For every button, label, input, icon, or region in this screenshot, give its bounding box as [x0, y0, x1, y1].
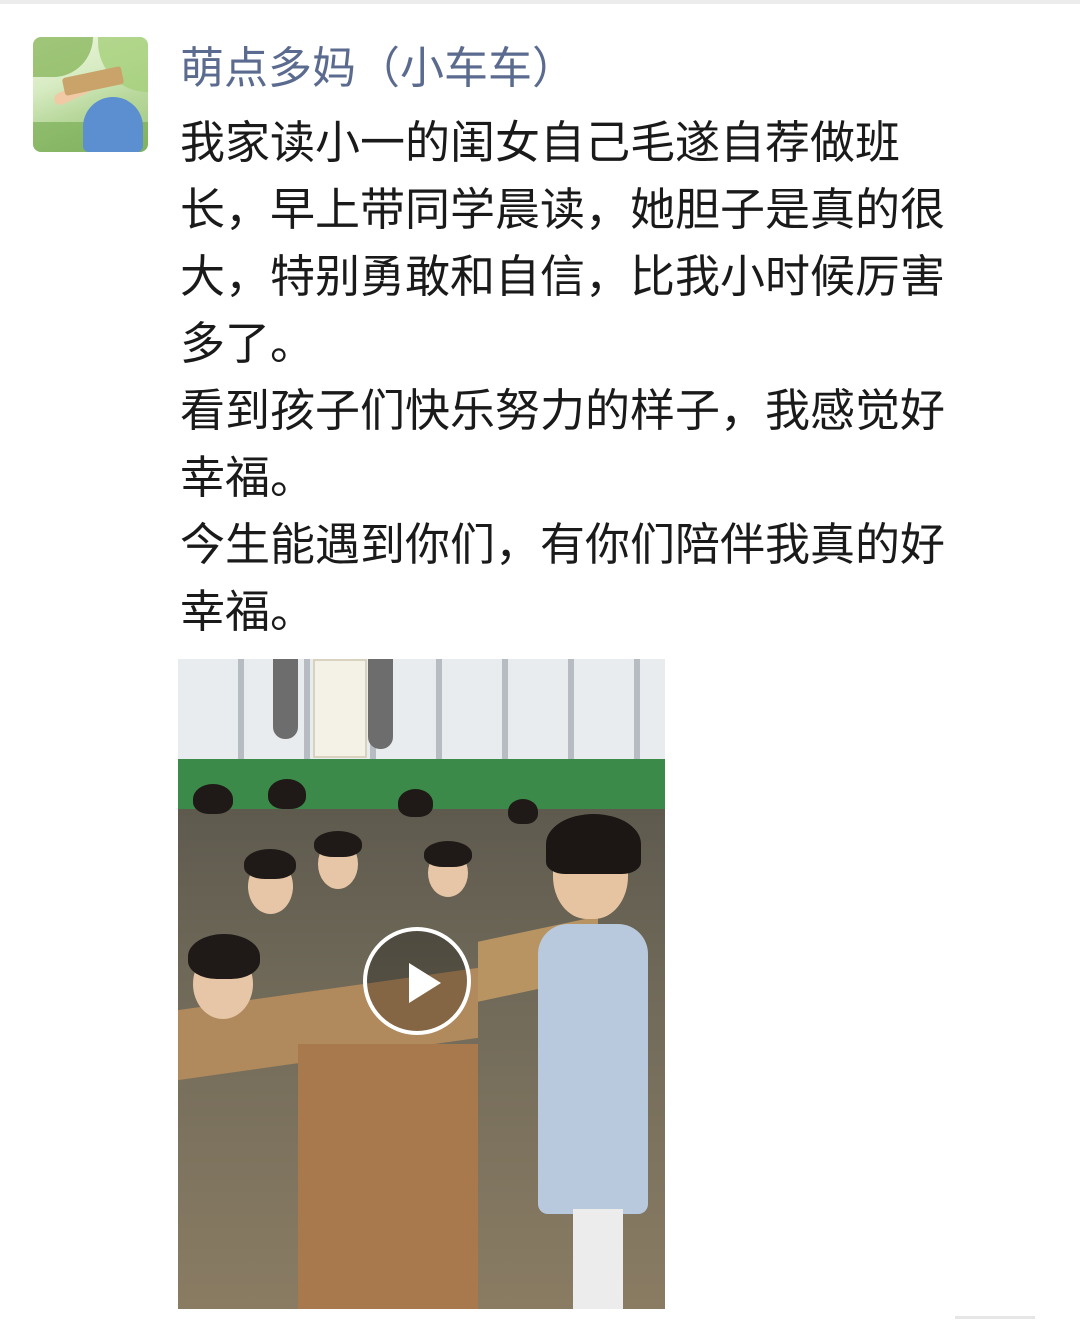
- avatar-foliage: [33, 37, 93, 77]
- text-line: 大，特别勇敢和自信，比我小时候厉害: [180, 250, 946, 303]
- text-line: 我家读小一的闺女自己毛遂自荐做班: [180, 116, 901, 169]
- video-thumbnail[interactable]: [178, 659, 665, 1309]
- play-icon[interactable]: [363, 927, 471, 1035]
- desk: [298, 1044, 478, 1309]
- student-hair: [188, 934, 260, 979]
- text-line: 幸福。: [180, 585, 316, 638]
- avatar[interactable]: [33, 37, 148, 152]
- divider: [955, 1316, 1035, 1319]
- girl-hair: [546, 814, 641, 874]
- moments-post: 萌点多妈（小车车） 我家读小一的闺女自己毛遂自荐做班 长，早上带同学晨读，她胆子…: [0, 0, 1080, 1322]
- text-line: 今生能遇到你们，有你们陪伴我真的好: [180, 518, 946, 571]
- wall-poster: [313, 659, 367, 758]
- paragraph: 看到孩子们快乐努力的样子，我感觉好 幸福。: [180, 377, 1040, 511]
- post-text: 我家读小一的闺女自己毛遂自荐做班 长，早上带同学晨读，她胆子是真的很 大，特别勇…: [180, 109, 1040, 645]
- student-hair: [424, 841, 472, 867]
- student: [508, 799, 538, 824]
- girl-dress: [538, 924, 648, 1214]
- student-hair: [244, 849, 296, 879]
- student: [398, 789, 433, 817]
- paragraph: 今生能遇到你们，有你们陪伴我真的好 幸福。: [180, 511, 1040, 645]
- avatar-person: [83, 97, 143, 152]
- paragraph: 我家读小一的闺女自己毛遂自荐做班 长，早上带同学晨读，她胆子是真的很 大，特别勇…: [180, 109, 1040, 377]
- student: [193, 784, 233, 814]
- classroom-windows: [178, 659, 665, 769]
- text-line: 长，早上带同学晨读，她胆子是真的很: [180, 183, 946, 236]
- girl-legs: [573, 1209, 623, 1309]
- text-line: 幸福。: [180, 451, 316, 504]
- curtain: [368, 659, 393, 749]
- student: [268, 779, 306, 809]
- text-line: 看到孩子们快乐努力的样子，我感觉好: [180, 384, 946, 437]
- author-name[interactable]: 萌点多妈（小车车）: [180, 40, 576, 98]
- student-hair: [314, 831, 362, 857]
- text-line: 多了。: [180, 317, 316, 370]
- curtain: [273, 659, 298, 739]
